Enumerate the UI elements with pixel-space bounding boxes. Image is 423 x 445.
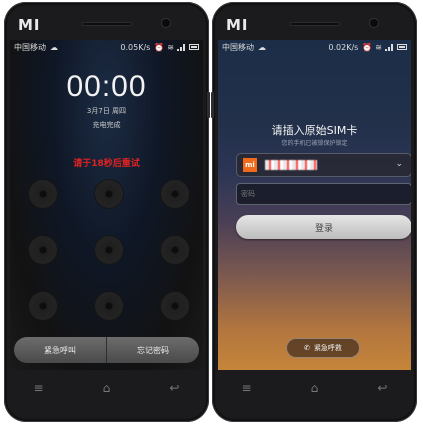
cloud-icon: ☁: [50, 42, 58, 52]
carrier-label: 中国移动: [222, 42, 254, 52]
status-bar: 中国移动 ☁ 0.02K/s ⏰ ≋: [218, 40, 411, 54]
alarm-icon: ⏰: [154, 42, 165, 52]
battery-icon: [397, 44, 407, 50]
volume-key: [211, 92, 214, 118]
chevron-down-icon[interactable]: ⌄: [395, 159, 403, 169]
menu-icon[interactable]: ≡: [34, 381, 44, 395]
home-icon[interactable]: ⌂: [103, 381, 111, 395]
mi-logo: MI: [18, 16, 41, 34]
network-speed: 0.02K/s: [328, 42, 359, 52]
account-select[interactable]: mi ⌄: [236, 153, 411, 177]
pattern-dot[interactable]: [29, 292, 57, 320]
pattern-dot[interactable]: [161, 180, 189, 208]
forgot-password-button[interactable]: 忘记密码: [107, 337, 199, 363]
lock-date: 3月7日 周四: [86, 107, 127, 115]
home-icon[interactable]: ⌂: [311, 381, 319, 395]
pattern-dot[interactable]: [161, 292, 189, 320]
wifi-icon: ≋: [167, 42, 174, 52]
right-phone: MI 中国移动 ☁ 0.02K/s ⏰ ≋ 请插入原始SIM卡 您的手机已被锁保…: [211, 2, 417, 422]
pattern-dot[interactable]: [29, 180, 57, 208]
hardware-nav-keys: ≡ ⌂ ↩: [212, 378, 417, 398]
lock-clock: 00:00: [66, 70, 147, 103]
earpiece-speaker: [290, 22, 340, 26]
charge-status: 充电完成: [92, 121, 121, 129]
status-bar: 中国移动 ☁ 0.05K/s ⏰ ≋: [10, 40, 203, 54]
emergency-call-button[interactable]: 紧急呼叫: [14, 337, 106, 363]
left-phone: MI 中国移动 ☁ 0.05K/s ⏰ ≋ 00:00 3月7日 周四 充电完成…: [4, 2, 210, 422]
mi-logo: MI: [226, 16, 249, 34]
front-camera: [370, 19, 378, 27]
emergency-call-label: 紧急呼救: [313, 344, 342, 352]
battery-icon: [189, 44, 199, 50]
alarm-icon: ⏰: [362, 42, 373, 52]
mi-account-icon: mi: [243, 158, 257, 172]
carrier-label: 中国移动: [14, 42, 46, 52]
hardware-nav-keys: ≡ ⌂ ↩: [4, 378, 209, 398]
pattern-dot[interactable]: [29, 236, 57, 264]
emergency-call-button[interactable]: ✆ 紧急呼救: [286, 338, 360, 358]
password-field[interactable]: [236, 183, 411, 205]
signal-icon: [385, 43, 394, 51]
wifi-icon: ≋: [375, 42, 382, 52]
pattern-dot[interactable]: [95, 292, 123, 320]
back-icon[interactable]: ↩: [169, 381, 179, 395]
earpiece-speaker: [82, 22, 132, 26]
pattern-dot[interactable]: [161, 236, 189, 264]
volume-key: [207, 92, 210, 118]
pattern-dot[interactable]: [95, 180, 123, 208]
sim-prompt-subtitle: 您的手机已被锁保护锁定: [281, 140, 348, 147]
retry-warning: 请于18秒后重试: [73, 159, 140, 169]
lock-screen: 中国移动 ☁ 0.05K/s ⏰ ≋ 00:00 3月7日 周四 充电完成 请于…: [10, 40, 203, 370]
login-button[interactable]: 登录: [236, 215, 411, 239]
menu-icon[interactable]: ≡: [242, 381, 252, 395]
cloud-icon: ☁: [258, 42, 266, 52]
sim-lock-screen: 中国移动 ☁ 0.02K/s ⏰ ≋ 请插入原始SIM卡 您的手机已被锁保护锁定…: [218, 40, 411, 370]
phone-icon: ✆: [304, 344, 310, 352]
lock-action-bar: 紧急呼叫 忘记密码: [14, 337, 199, 363]
back-icon[interactable]: ↩: [377, 381, 387, 395]
redacted-account-name: [265, 160, 317, 170]
network-speed: 0.05K/s: [120, 42, 151, 52]
pattern-dot[interactable]: [95, 236, 123, 264]
sim-prompt-title: 请插入原始SIM卡: [271, 124, 358, 137]
front-camera: [162, 19, 170, 27]
signal-icon: [177, 43, 186, 51]
pattern-grid[interactable]: [29, 180, 189, 350]
